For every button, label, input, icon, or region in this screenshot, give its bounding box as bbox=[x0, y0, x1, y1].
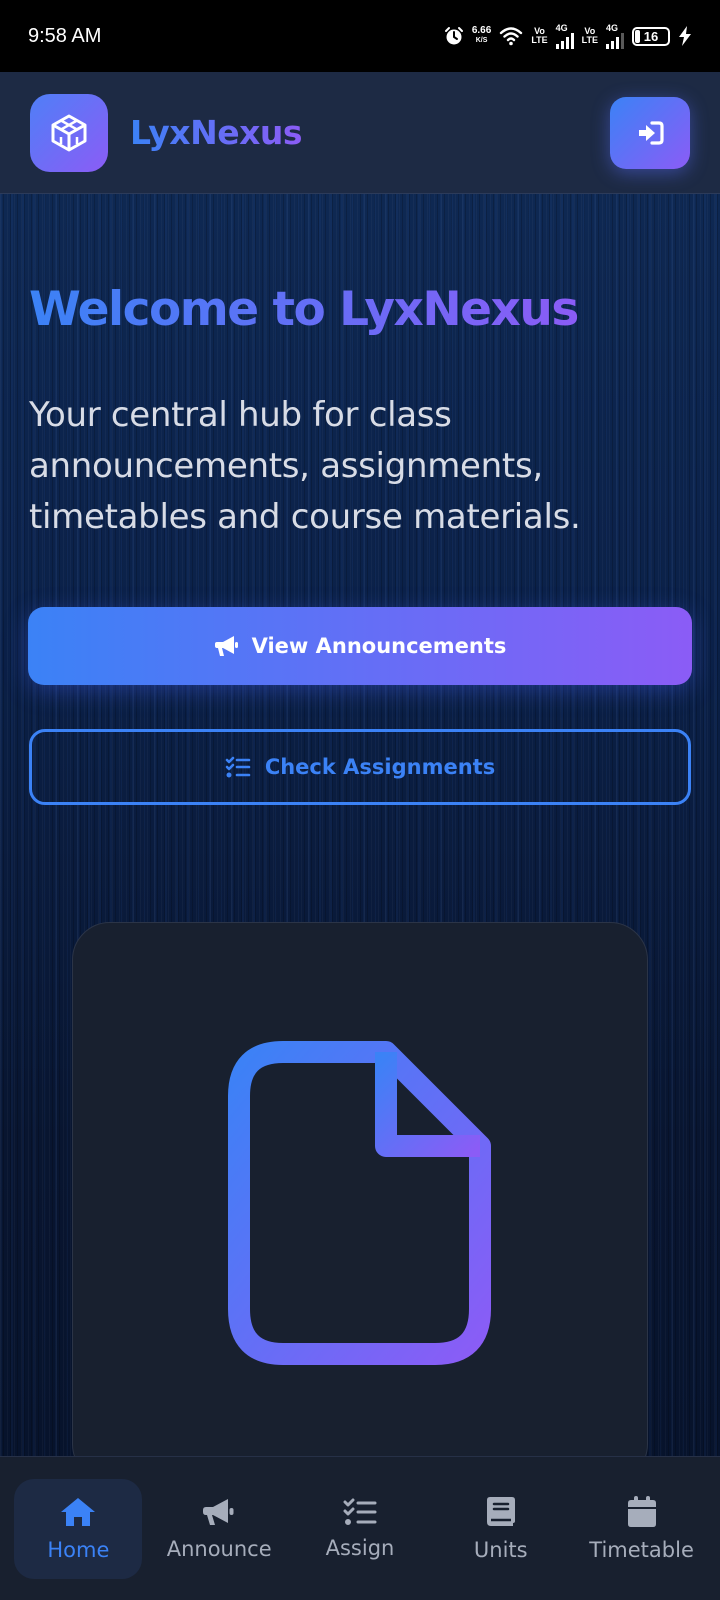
brand-name[interactable]: LyxNexus bbox=[130, 113, 303, 152]
signal-bars-2-icon bbox=[606, 33, 624, 49]
app-screen: LyxNexus Welcome to LyxNexus Your centra… bbox=[0, 72, 720, 1600]
nav-item-timetable[interactable]: Timetable bbox=[578, 1479, 706, 1579]
network-speed-value: 6.66 bbox=[471, 25, 492, 36]
battery-level: 16 bbox=[643, 28, 659, 44]
signal-1: 4G bbox=[555, 23, 574, 49]
signal-2: 4G bbox=[606, 23, 624, 49]
feature-card bbox=[72, 922, 648, 1482]
checklist-icon bbox=[225, 756, 251, 778]
hero-title: Welcome to LyxNexus bbox=[29, 282, 579, 337]
charging-bolt-icon bbox=[679, 26, 691, 46]
check-assignments-button[interactable]: Check Assignments bbox=[29, 729, 691, 805]
status-bar: 9:58 AM 6.66 K/S Vo LTE 4G Vo LTE 4G 16 bbox=[0, 0, 720, 72]
view-announcements-label: View Announcements bbox=[251, 634, 507, 658]
home-icon bbox=[61, 1497, 96, 1526]
wifi-icon bbox=[500, 27, 523, 46]
codepen-cube-icon bbox=[51, 114, 87, 151]
view-announcements-button[interactable]: View Announcements bbox=[28, 607, 692, 685]
nav-label-timetable: Timetable bbox=[589, 1537, 694, 1562]
calendar-icon bbox=[627, 1495, 656, 1527]
sign-in-icon bbox=[639, 121, 664, 145]
nav-item-assign[interactable]: Assign bbox=[296, 1479, 424, 1579]
file-icon bbox=[228, 1041, 491, 1365]
volte-badge-2-bottom: LTE bbox=[581, 35, 598, 45]
battery-icon: 16 bbox=[632, 26, 670, 46]
signal-2-network: 4G bbox=[606, 23, 619, 33]
nav-label-assign: Assign bbox=[325, 1535, 395, 1560]
network-speed: 6.66 K/S bbox=[472, 26, 491, 46]
app-logo[interactable] bbox=[30, 93, 108, 172]
nav-label-units: Units bbox=[473, 1537, 528, 1562]
check-assignments-label: Check Assignments bbox=[264, 755, 496, 779]
nav-label-home: Home bbox=[47, 1537, 110, 1562]
login-button[interactable] bbox=[610, 97, 690, 169]
signal-1-network: 4G bbox=[555, 23, 568, 33]
checklist-icon bbox=[343, 1498, 377, 1525]
signal-bars-1-icon bbox=[555, 33, 574, 49]
nav-label-announce: Announce bbox=[166, 1536, 272, 1561]
status-icons: 6.66 K/S Vo LTE 4G Vo LTE 4G 16 bbox=[444, 23, 692, 49]
volte-badge-1-bottom: LTE bbox=[531, 35, 548, 45]
bottom-navigation: Home Announce Assign Units Timetable bbox=[0, 1456, 720, 1600]
megaphone-icon bbox=[203, 1498, 234, 1525]
nav-item-units[interactable]: Units bbox=[437, 1479, 565, 1579]
nav-item-home[interactable]: Home bbox=[14, 1478, 143, 1579]
volte-badge-2: Vo LTE bbox=[582, 27, 598, 45]
hero-subtitle: Your central hub for class announcements… bbox=[29, 395, 581, 537]
nav-item-announce[interactable]: Announce bbox=[155, 1479, 283, 1579]
volte-badge-1: Vo LTE bbox=[531, 27, 547, 45]
megaphone-icon bbox=[214, 636, 238, 656]
app-header: LyxNexus bbox=[0, 72, 720, 194]
network-speed-unit: K/S bbox=[475, 37, 488, 44]
book-icon bbox=[486, 1496, 515, 1526]
alarm-icon bbox=[444, 27, 463, 45]
status-time: 9:58 AM bbox=[28, 24, 102, 47]
